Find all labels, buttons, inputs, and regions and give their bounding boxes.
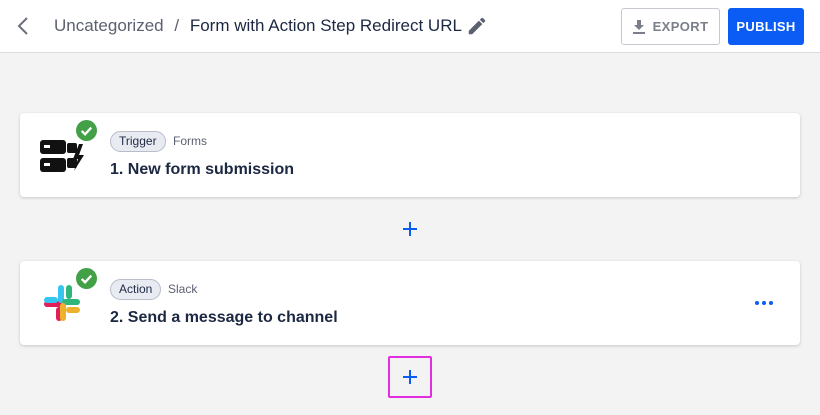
add-step-button-focused[interactable] (388, 356, 432, 398)
chevron-left-icon[interactable] (12, 14, 36, 38)
breadcrumb-parent-link[interactable]: Uncategorized (54, 16, 164, 35)
step-type-badge: Action (110, 279, 162, 300)
top-bar: Uncategorized / Form with Action Step Re… (0, 0, 820, 53)
step-title: 1. New form submission (110, 161, 295, 178)
export-button[interactable]: EXPORT (621, 8, 720, 45)
more-horizontal-icon[interactable] (754, 294, 774, 312)
plus-icon[interactable] (400, 367, 420, 387)
step-app-name: Forms (173, 134, 207, 148)
step-card-trigger[interactable]: Trigger Forms 1. New form submission (20, 113, 800, 197)
check-circle-icon (76, 120, 97, 141)
publish-button[interactable]: PUBLISH (728, 8, 804, 45)
step-app-name: Slack (168, 282, 198, 296)
page-title: Form with Action Step Redirect URL (189, 16, 462, 35)
step-title: 2. Send a message to channel (110, 309, 338, 326)
plus-icon[interactable] (400, 219, 420, 239)
download-icon (632, 19, 645, 34)
breadcrumb: Uncategorized / Form with Action Step Re… (54, 16, 462, 36)
pencil-icon[interactable] (466, 15, 488, 37)
breadcrumb-separator: / (174, 16, 180, 35)
step-type-badge: Trigger (110, 131, 166, 152)
step-card-action[interactable]: Action Slack 2. Send a message to channe… (20, 261, 800, 345)
export-label: EXPORT (652, 19, 709, 34)
check-circle-icon (76, 268, 97, 289)
